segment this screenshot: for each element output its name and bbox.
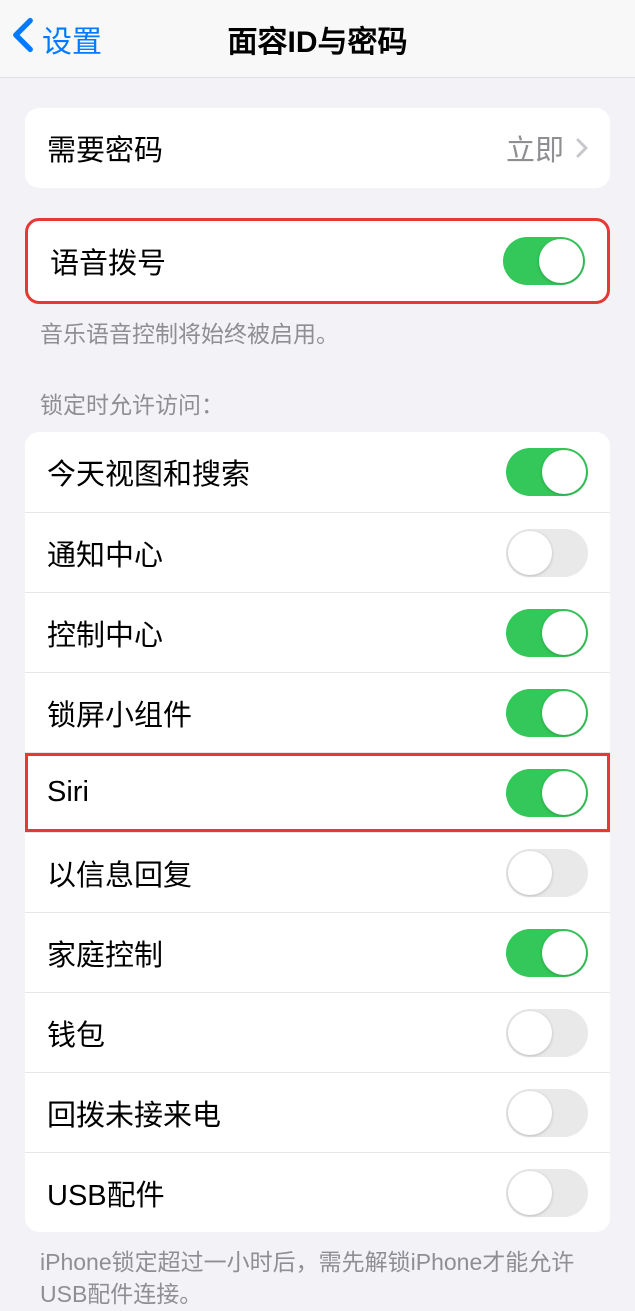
chevron-left-icon	[12, 17, 42, 61]
page-title: 面容ID与密码	[228, 17, 408, 61]
lock-access-row: 回拨未接来电	[25, 1072, 610, 1152]
lock-access-row: 家庭控制	[25, 912, 610, 992]
lock-access-row: Siri	[25, 752, 610, 832]
lock-access-toggle[interactable]	[506, 929, 588, 977]
back-button[interactable]: 设置	[12, 17, 102, 61]
lock-access-group: 今天视图和搜索通知中心控制中心锁屏小组件 Siri 以信息回复家庭控制钱包回拨未接来…	[25, 432, 610, 1232]
lock-access-header: 锁定时允许访问：	[0, 386, 635, 420]
lock-access-row: 通知中心	[25, 512, 610, 592]
lock-access-label: 今天视图和搜索	[47, 451, 250, 493]
lock-access-toggle[interactable]	[506, 1009, 588, 1057]
lock-access-toggle[interactable]	[506, 1089, 588, 1137]
lock-access-toggle[interactable]	[506, 849, 588, 897]
voice-dial-footer: 音乐语音控制将始终被启用。	[0, 304, 635, 350]
lock-access-label: 通知中心	[47, 532, 163, 574]
lock-access-label: 家庭控制	[47, 932, 163, 974]
voice-dial-toggle[interactable]	[503, 237, 585, 285]
lock-access-label: 以信息回复	[47, 852, 192, 894]
lock-access-row: 控制中心	[25, 592, 610, 672]
lock-access-toggle[interactable]	[506, 769, 588, 817]
lock-access-toggle[interactable]	[506, 448, 588, 496]
require-passcode-label: 需要密码	[47, 127, 163, 169]
require-passcode-value: 立即	[506, 127, 564, 169]
require-passcode-row[interactable]: 需要密码 立即	[25, 108, 610, 188]
lock-access-label: 钱包	[47, 1012, 105, 1054]
lock-access-label: Siri	[47, 776, 89, 809]
lock-access-label: 回拨未接来电	[47, 1092, 221, 1134]
lock-access-toggle[interactable]	[506, 689, 588, 737]
lock-access-row: 以信息回复	[25, 832, 610, 912]
lock-access-row: 今天视图和搜索	[25, 432, 610, 512]
lock-access-label: 锁屏小组件	[47, 692, 192, 734]
lock-access-footer: iPhone锁定超过一小时后，需先解锁iPhone才能允许USB配件连接。	[0, 1232, 635, 1310]
lock-access-label: USB配件	[47, 1172, 165, 1214]
lock-access-toggle[interactable]	[506, 1169, 588, 1217]
navigation-bar: 设置 面容ID与密码	[0, 0, 635, 78]
voice-dial-label: 语音拨号	[50, 240, 166, 282]
lock-access-row: USB配件	[25, 1152, 610, 1232]
back-label: 设置	[42, 17, 102, 61]
voice-dial-group: 语音拨号	[25, 218, 610, 304]
require-passcode-group: 需要密码 立即	[25, 108, 610, 188]
chevron-right-icon	[576, 137, 588, 159]
lock-access-label: 控制中心	[47, 612, 163, 654]
lock-access-toggle[interactable]	[506, 529, 588, 577]
lock-access-row: 锁屏小组件	[25, 672, 610, 752]
lock-access-toggle[interactable]	[506, 609, 588, 657]
content: 需要密码 立即 语音拨号 音乐语音控制将始终被启用。 锁定时允许访问： 今天视图…	[0, 108, 635, 1311]
voice-dial-row: 语音拨号	[28, 221, 607, 301]
lock-access-row: 钱包	[25, 992, 610, 1072]
